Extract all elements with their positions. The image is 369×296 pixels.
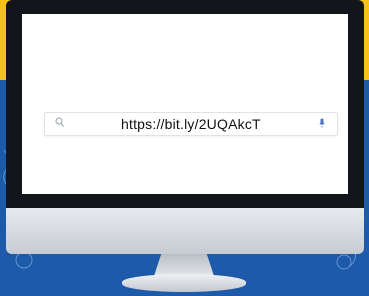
monitor-stand-base — [122, 274, 246, 292]
url-text[interactable]: https://bit.ly/2UQAkcT — [121, 115, 321, 133]
monitor-chin — [6, 208, 364, 254]
search-bar[interactable]: https://bit.ly/2UQAkcT — [44, 112, 338, 136]
monitor-screen — [22, 14, 348, 194]
monitor-stand-neck — [154, 254, 214, 276]
monitor-bezel — [6, 0, 364, 210]
microphone-icon[interactable] — [319, 118, 325, 128]
search-icon — [55, 117, 64, 127]
